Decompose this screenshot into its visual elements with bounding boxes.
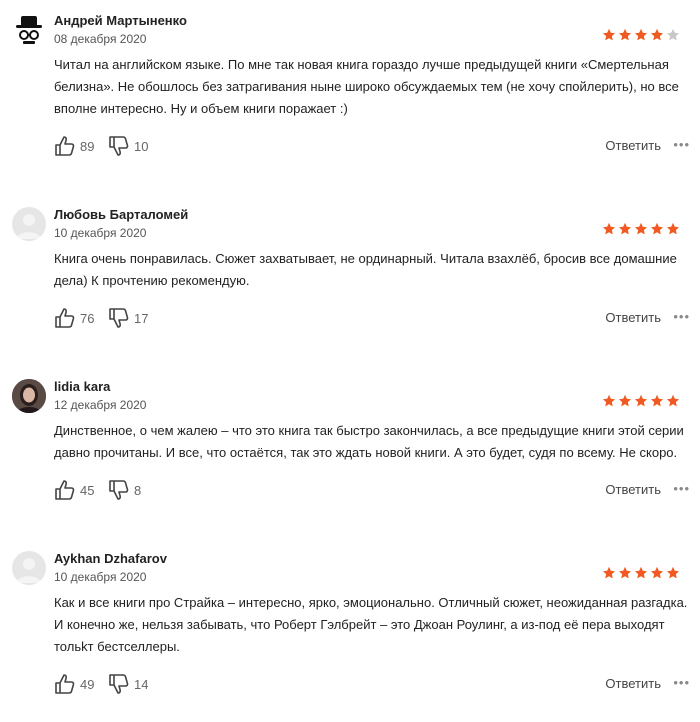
dislike-button[interactable]: 14 (108, 672, 148, 696)
avatar[interactable] (12, 13, 46, 47)
star-filled-icon (634, 222, 648, 235)
default-user-icon (17, 214, 41, 239)
star-filled-icon (650, 222, 664, 235)
dislike-button[interactable]: 8 (108, 478, 141, 502)
review-date: 10 декабря 2020 (54, 226, 147, 240)
star-filled-icon (666, 222, 680, 235)
star-filled-icon (618, 566, 632, 579)
like-count: 49 (80, 676, 95, 692)
review-date: 12 декабря 2020 (54, 398, 147, 412)
dislike-button[interactable]: 17 (108, 306, 148, 330)
star-filled-icon (650, 566, 664, 579)
thumbs-down-icon (109, 308, 129, 328)
review-actions: 76 17 Ответить ••• (54, 306, 694, 330)
dislike-count: 10 (134, 138, 149, 154)
star-filled-icon (650, 28, 664, 41)
thumbs-up-icon (55, 308, 75, 328)
dislike-count: 8 (134, 482, 142, 498)
thumbs-down-icon (109, 136, 129, 156)
star-filled-icon (650, 394, 664, 407)
like-button[interactable]: 76 (54, 306, 94, 330)
like-count: 45 (80, 482, 95, 498)
star-filled-icon (634, 394, 648, 407)
rating-stars (602, 566, 680, 580)
thumbs-down-icon (109, 674, 129, 694)
rating-stars (602, 28, 680, 42)
avatar[interactable] (12, 379, 46, 413)
dislike-button[interactable]: 10 (108, 134, 148, 158)
review-date: 10 декабря 2020 (54, 570, 147, 584)
star-filled-icon (602, 394, 616, 407)
star-filled-icon (618, 394, 632, 407)
star-filled-icon (618, 28, 632, 41)
reply-button[interactable]: Ответить (605, 310, 661, 325)
review-author[interactable]: Aykhan Dzhafarov (54, 551, 167, 566)
reply-button[interactable]: Ответить (605, 138, 661, 153)
star-filled-icon (602, 28, 616, 41)
review-actions: 89 10 Ответить ••• (54, 134, 694, 158)
review-date: 08 декабря 2020 (54, 32, 147, 46)
like-count: 89 (80, 138, 95, 154)
spy-hat-avatar-icon (16, 16, 42, 44)
review-text: Книга очень понравилась. Сюжет захватыва… (54, 251, 677, 288)
star-filled-icon (634, 28, 648, 41)
review-text: Как и все книги про Страйка – интересно,… (54, 595, 688, 654)
more-options-icon[interactable]: ••• (673, 482, 690, 496)
thumbs-up-icon (55, 136, 75, 156)
avatar[interactable] (12, 207, 46, 241)
reply-button[interactable]: Ответить (605, 482, 661, 497)
review-actions: 49 14 Ответить ••• (54, 672, 694, 696)
star-filled-icon (666, 394, 680, 407)
star-filled-icon (634, 566, 648, 579)
star-filled-icon (602, 566, 616, 579)
like-count: 76 (80, 310, 95, 326)
rating-stars (602, 394, 680, 408)
thumbs-up-icon (55, 480, 75, 500)
review-text: Динственное, о чем жалею – что это книга… (54, 423, 684, 460)
dislike-count: 14 (134, 676, 149, 692)
star-filled-icon (602, 222, 616, 235)
thumbs-down-icon (109, 480, 129, 500)
default-user-icon (17, 558, 41, 583)
like-button[interactable]: 45 (54, 478, 94, 502)
reply-button[interactable]: Ответить (605, 676, 661, 691)
review-actions: 45 8 Ответить ••• (54, 478, 694, 502)
more-options-icon[interactable]: ••• (673, 138, 690, 152)
star-empty-icon (666, 28, 680, 41)
photo-avatar-icon (12, 379, 46, 413)
review-text: Читал на английском языке. По мне так но… (54, 57, 679, 116)
more-options-icon[interactable]: ••• (673, 676, 690, 690)
more-options-icon[interactable]: ••• (673, 310, 690, 324)
dislike-count: 17 (134, 310, 149, 326)
star-filled-icon (666, 566, 680, 579)
thumbs-up-icon (55, 674, 75, 694)
like-button[interactable]: 49 (54, 672, 94, 696)
like-button[interactable]: 89 (54, 134, 94, 158)
review-author[interactable]: Андрей Мартыненко (54, 13, 187, 28)
review-author[interactable]: Любовь Барталомей (54, 207, 188, 222)
review-author[interactable]: lidia kara (54, 379, 110, 394)
rating-stars (602, 222, 680, 236)
avatar[interactable] (12, 551, 46, 585)
star-filled-icon (618, 222, 632, 235)
